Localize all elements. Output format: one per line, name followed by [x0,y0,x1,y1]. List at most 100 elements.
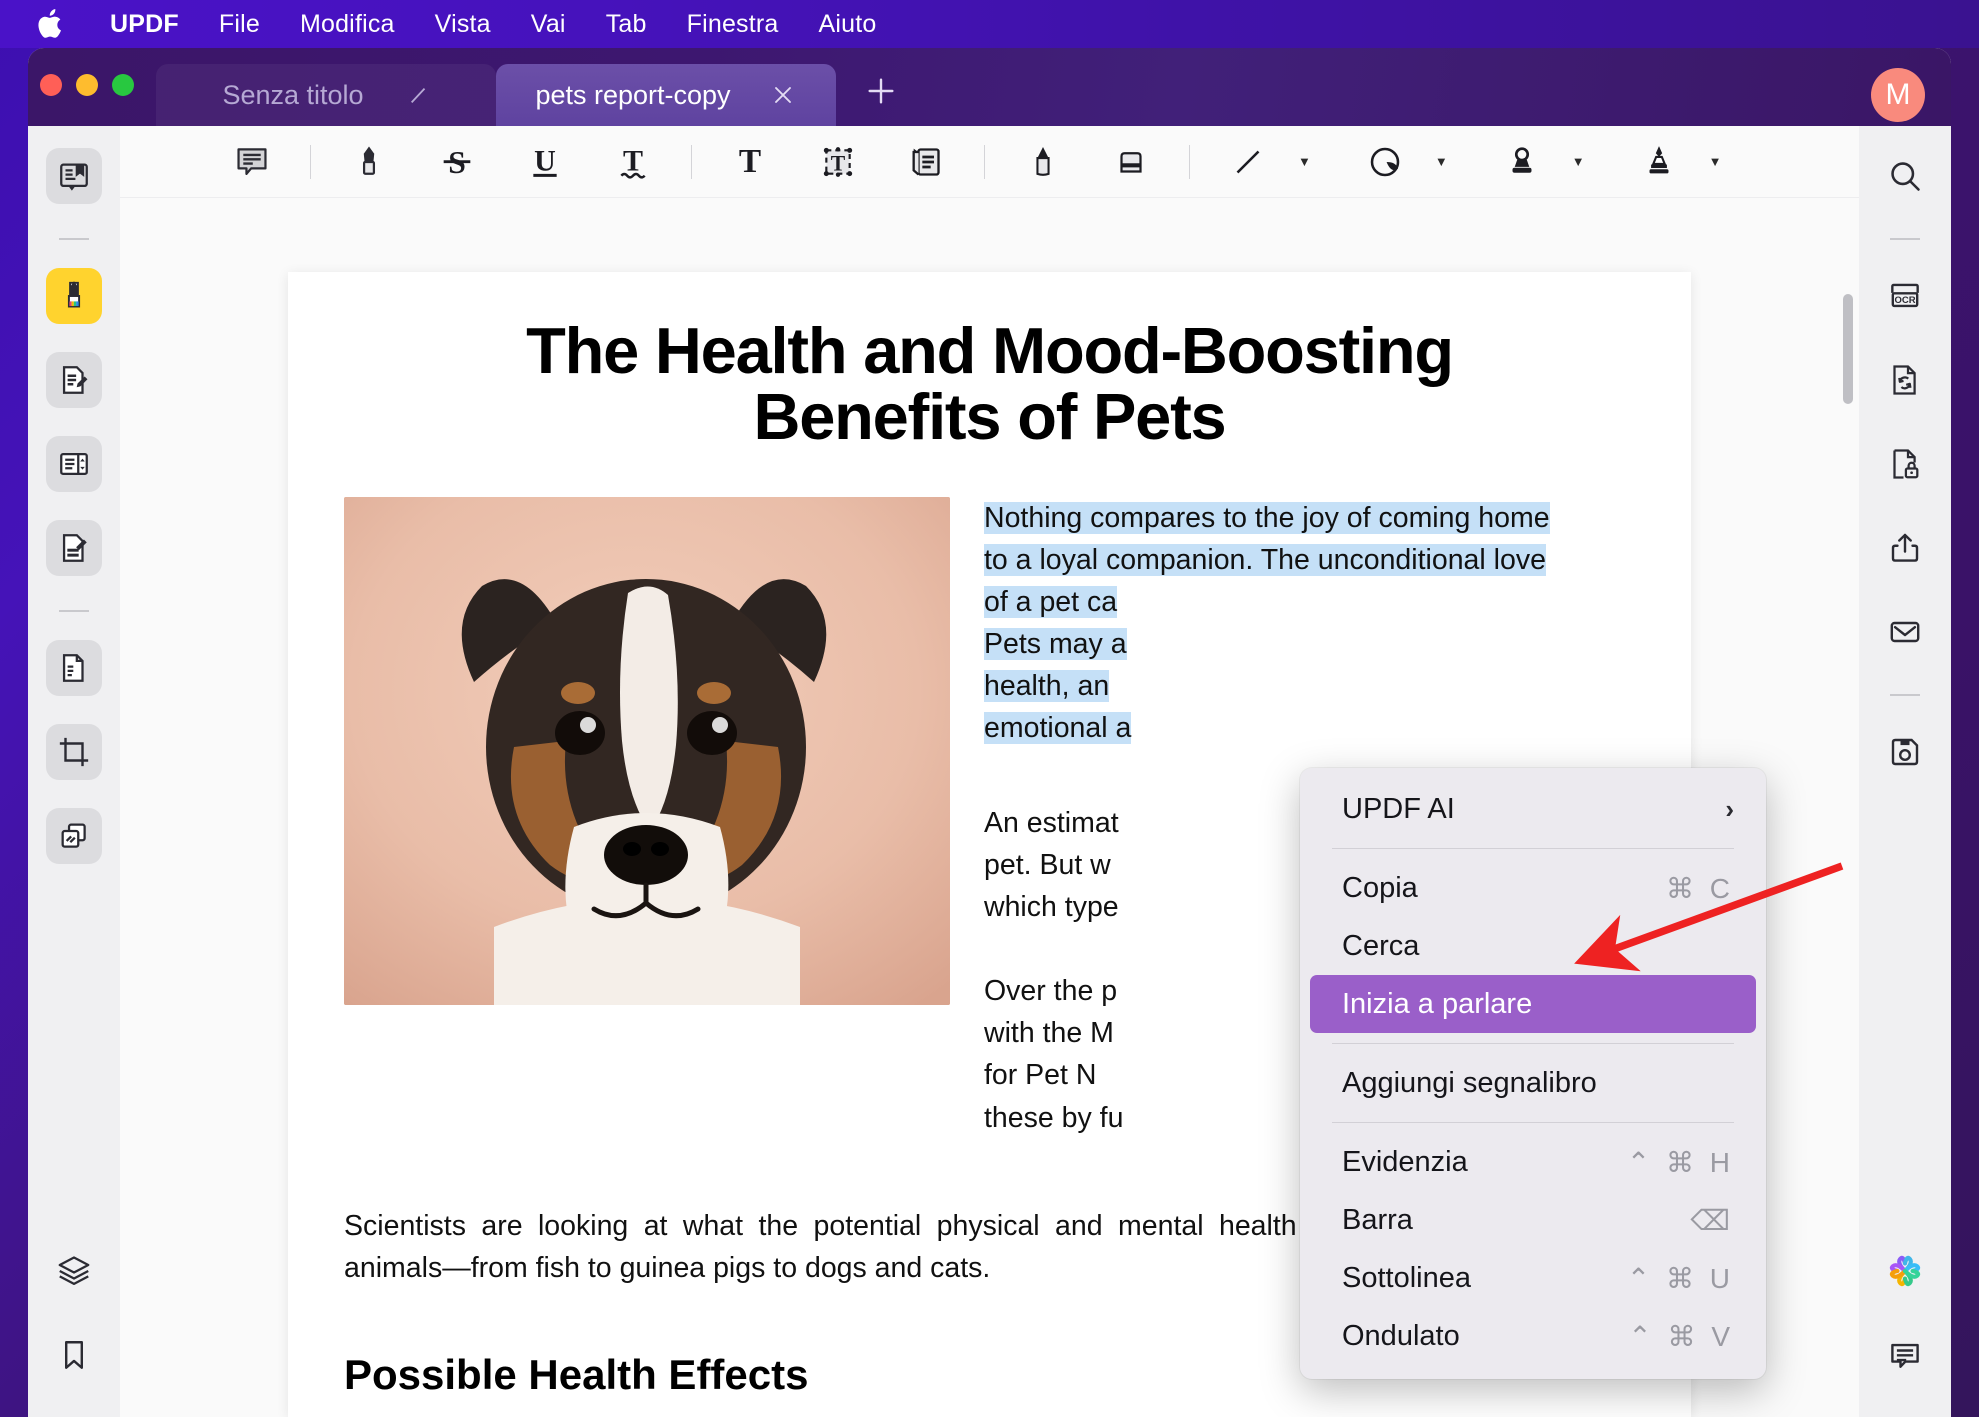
envelope-icon [1887,614,1923,650]
stamp-icon-wrap[interactable] [1494,136,1550,188]
sidebar-item-protect[interactable] [1877,436,1933,492]
tool-underline[interactable]: U [517,136,573,188]
tool-highlight[interactable] [341,136,397,188]
sidebar-item-batch-process[interactable] [46,808,102,864]
sidebar-item-search[interactable] [1877,148,1933,204]
minimize-window-button[interactable] [76,74,98,96]
sidebar-item-crop-pages[interactable] [46,724,102,780]
maximize-window-button[interactable] [112,74,134,96]
chevron-down-icon[interactable]: ▼ [1709,154,1722,169]
chevron-down-icon[interactable]: ▼ [1435,154,1448,169]
sidebar-item-convert[interactable] [1877,352,1933,408]
main-window: Senza titolo pets report-copy M S U T T … [28,48,1951,1417]
highlighter-tool-icon [350,143,388,181]
vertical-scrollbar[interactable] [1843,294,1853,404]
tool-note-comment[interactable] [224,136,280,188]
menu-item-modifica[interactable]: Modifica [280,10,415,39]
menu-item-ondulato[interactable]: Ondulato ⌃ ⌘ V [1310,1307,1756,1365]
sidebar-item-comments-panel[interactable] [1877,1327,1933,1383]
batch-pages-icon [57,819,91,853]
sidebar-item-edit-pdf[interactable] [46,352,102,408]
sign-document-icon [57,531,91,565]
menu-item-aggiungi-segnalibro[interactable]: Aggiungi segnalibro [1310,1054,1756,1112]
chevron-down-icon[interactable]: ▼ [1298,154,1311,169]
layers-icon [56,1253,92,1289]
menu-item-label: UPDF AI [1342,792,1455,825]
menu-item-updf[interactable]: UPDF [90,10,199,39]
svg-text:T: T [831,151,846,175]
app-window: UPDF File Modifica Vista Vai Tab Finestr… [0,0,1979,1417]
svg-text:T: T [739,143,761,180]
plus-icon[interactable] [862,72,900,110]
tool-stamp[interactable]: ▼ [1478,136,1585,188]
sidebar-item-save-as[interactable] [1877,724,1933,780]
sidebar-item-updf-ai[interactable] [1877,1243,1933,1299]
tab-pets-report-copy[interactable]: pets report-copy [496,64,836,126]
menu-item-evidenzia[interactable]: Evidenzia ⌃ ⌘ H [1310,1133,1756,1191]
document-canvas[interactable]: The Health and Mood-Boosting Benefits of… [120,198,1859,1417]
tool-signature[interactable]: ▼ [1615,136,1722,188]
line-icon-wrap[interactable] [1220,136,1276,188]
right-divider-1 [1890,238,1920,240]
menu-item-barra[interactable]: Barra ⌫ [1310,1191,1756,1249]
highlighted-paragraph[interactable]: Nothing compares to the joy of coming ho… [984,497,1635,750]
sidebar-item-fill-and-sign[interactable] [46,520,102,576]
ocr-icon: OCR [1886,277,1924,315]
highlighter-icon [56,278,92,314]
sidebar-item-share[interactable] [1877,520,1933,576]
menu-item-label: Aggiungi segnalibro [1342,1066,1597,1099]
sticker-icon-wrap[interactable] [1357,136,1413,188]
sidebar-item-email[interactable] [1877,604,1933,660]
hl-line-6: emotional a [984,712,1132,745]
tool-text-box[interactable]: T [810,136,866,188]
sidebar-item-organize-pages[interactable] [46,436,102,492]
menu-item-inizia-a-parlare[interactable]: Inizia a parlare [1310,975,1756,1033]
menu-item-file[interactable]: File [199,10,280,39]
menu-item-updf-ai[interactable]: UPDF AI › [1310,780,1756,838]
chevron-down-icon[interactable]: ▼ [1572,154,1585,169]
pencil-icon[interactable] [408,84,430,106]
menu-item-vai[interactable]: Vai [511,10,586,39]
menu-item-vista[interactable]: Vista [415,10,511,39]
share-upload-icon [1887,530,1923,566]
signature-icon-wrap[interactable] [1631,136,1687,188]
tool-squiggly[interactable]: T [605,136,661,188]
tool-line-shape[interactable]: ▼ [1204,136,1311,188]
sticky-comment-icon [233,143,271,181]
sidebar-item-convert-pdf[interactable] [46,640,102,696]
tool-strikethrough[interactable]: S [429,136,485,188]
context-menu[interactable]: UPDF AI › Copia ⌘ C Cerca Inizia a parla… [1300,768,1766,1379]
menu-item-sottolinea[interactable]: Sottolinea ⌃ ⌘ U [1310,1249,1756,1307]
tool-sticker[interactable]: ▼ [1341,136,1448,188]
app-body: S U T T T ▼ ▼ ▼ ▼ The Health and Mood-Bo… [28,126,1951,1417]
menu-item-cerca[interactable]: Cerca [1310,917,1756,975]
document-pencil-icon [57,363,91,397]
sidebar-item-layers[interactable] [46,1243,102,1299]
dog-photo[interactable] [344,496,950,1005]
sidebar-item-reader-mode[interactable] [46,148,102,204]
sidebar-item-bookmarks[interactable] [46,1327,102,1383]
hl-line-2: to a loyal companion. The unconditional … [984,543,1546,576]
tool-pencil[interactable] [1015,136,1071,188]
search-icon [1887,158,1923,194]
tab-senza-titolo[interactable]: Senza titolo [156,64,496,126]
sidebar-item-ocr[interactable]: OCR [1877,268,1933,324]
menu-item-finestra[interactable]: Finestra [667,10,799,39]
sidebar-item-annotate-highlight[interactable] [46,268,102,324]
avatar[interactable]: M [1871,68,1925,122]
text-icon: T [730,142,770,182]
tool-eraser[interactable] [1103,136,1159,188]
hl-line-4: Pets may a [984,628,1127,661]
close-icon[interactable] [769,81,797,109]
menu-item-copia[interactable]: Copia ⌘ C [1310,859,1756,917]
apple-logo-icon[interactable] [34,7,68,41]
tool-sticky-note[interactable] [898,136,954,188]
line-icon [1230,144,1266,180]
tool-text[interactable]: T [722,136,778,188]
traffic-lights [40,74,134,96]
p3-line-4: these by fu [984,1101,1124,1134]
close-window-button[interactable] [40,74,62,96]
menu-item-tab[interactable]: Tab [586,10,667,39]
menu-item-aiuto[interactable]: Aiuto [799,10,897,39]
annotation-toolbar: S U T T T ▼ ▼ ▼ ▼ [120,126,1859,198]
